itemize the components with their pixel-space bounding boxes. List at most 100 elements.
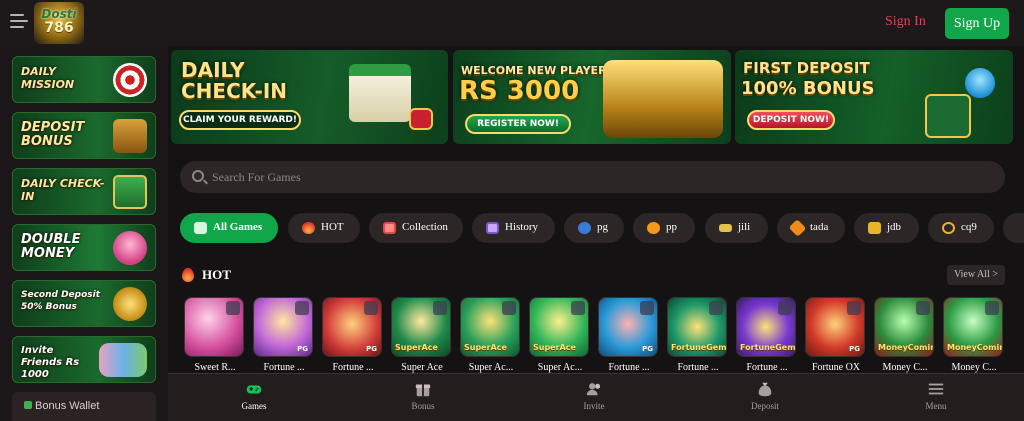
friends-icon <box>99 343 147 377</box>
nav-deposit[interactable]: Deposit <box>725 380 805 411</box>
game-thumbnail: MoneyComing <box>943 297 1003 357</box>
tab-history[interactable]: History <box>472 213 555 243</box>
game-name: Super Ac... <box>468 362 514 373</box>
deposit-now-button[interactable]: DEPOSIT NOW! <box>747 110 835 130</box>
game-card[interactable]: SuperAce Super Ace <box>391 297 453 373</box>
hamburger-icon <box>928 383 944 395</box>
provider-badge-icon <box>709 301 723 315</box>
sidebar-item-invite-friends[interactable]: Invite Friends Rs 1000 <box>12 336 156 383</box>
tab-cq9[interactable]: cq9 <box>928 213 994 243</box>
tab-label: Collection <box>402 221 448 233</box>
sidebar-item-daily-check-in[interactable]: Daily Check-in <box>12 168 156 215</box>
game-thumbnail: SuperAce <box>460 297 520 357</box>
sidebar-toggle-icon[interactable] <box>10 14 28 30</box>
bottom-navigation: Games Bonus Invite Deposit Menu <box>168 373 1024 421</box>
gamepad-icon <box>246 385 262 394</box>
cq9-logo-icon <box>942 222 955 234</box>
view-all-button[interactable]: View All > <box>947 265 1005 285</box>
pg-logo-icon: PG <box>366 345 377 353</box>
history-icon <box>486 222 499 234</box>
provider-badge-icon <box>640 301 654 315</box>
game-card[interactable]: PG Fortune ... <box>253 297 315 373</box>
pg-logo-icon <box>578 222 591 234</box>
search-icon <box>192 170 204 182</box>
tab-tada[interactable]: tada <box>777 213 845 243</box>
nav-games[interactable]: Games <box>214 380 294 411</box>
sign-up-button[interactable]: Sign Up <box>945 8 1009 39</box>
tada-logo-icon <box>788 219 807 237</box>
mascot-icon <box>965 68 995 98</box>
game-card[interactable]: FortuneGems Fortune ... <box>667 297 729 373</box>
sidebar-item-label: Daily Mission <box>21 65 75 91</box>
game-thumbnail: PG <box>598 297 658 357</box>
nav-menu[interactable]: Menu <box>896 380 976 411</box>
tab-more[interactable] <box>1003 213 1024 243</box>
banner-welcome-bonus[interactable]: WELCOME NEW PLAYERS Rs 3000 REGISTER NOW… <box>453 50 731 144</box>
banner-title: 100% BONUS <box>741 78 875 99</box>
bonus-wallet[interactable]: Bonus Wallet <box>12 392 156 421</box>
calendar-icon <box>113 175 147 209</box>
top-bar: Dosti 786 Sign In Sign Up <box>0 0 1024 46</box>
game-art-title: MoneyComing <box>947 343 1002 352</box>
game-art-title: SuperAce <box>395 343 438 352</box>
calendar-icon <box>349 64 411 122</box>
tab-label: pp <box>666 221 677 233</box>
game-thumbnail: PG <box>322 297 382 357</box>
tab-jili[interactable]: jili <box>705 213 768 243</box>
tab-collection[interactable]: Collection <box>369 213 463 243</box>
site-logo[interactable]: Dosti 786 <box>34 2 84 44</box>
search-input[interactable] <box>212 168 972 186</box>
game-art-title: FortuneGems <box>740 343 796 352</box>
bonus-wallet-label: Bonus Wallet <box>35 400 100 412</box>
tab-pp[interactable]: pp <box>633 213 695 243</box>
tab-all-games[interactable]: All Games <box>180 213 278 243</box>
collection-icon <box>383 222 396 234</box>
banner-daily-check-in[interactable]: DAILY CHECK-IN CLAIM YOUR REWARD! <box>171 50 448 144</box>
sidebar-item-label: Invite Friends Rs 1000 <box>21 345 80 380</box>
sign-in-link[interactable]: Sign In <box>885 14 926 30</box>
jili-logo-icon <box>719 224 732 232</box>
provider-badge-icon <box>226 301 240 315</box>
tab-pg[interactable]: pg <box>564 213 624 243</box>
sidebar-item-deposit-bonus[interactable]: Deposit Bonus <box>12 112 156 159</box>
game-category-tabs: All Games HOT Collection History pg pp j… <box>180 213 1024 243</box>
game-card[interactable]: PG Fortune OX <box>805 297 867 373</box>
game-card[interactable]: MoneyComing Money C... <box>874 297 936 373</box>
tab-jdb[interactable]: jdb <box>854 213 919 243</box>
banner-subtitle: FIRST DEPOSIT <box>743 59 870 77</box>
sidebar-item-daily-mission[interactable]: Daily Mission <box>12 56 156 103</box>
game-card[interactable]: SuperAce Super Ac... <box>529 297 591 373</box>
game-card[interactable]: FortuneGems Fortune ... <box>736 297 798 373</box>
provider-badge-icon <box>364 301 378 315</box>
pp-logo-icon <box>647 222 660 234</box>
nav-label: Bonus <box>411 401 435 411</box>
game-card[interactable]: SuperAce Super Ac... <box>460 297 522 373</box>
game-card[interactable]: Sweet R... <box>184 297 246 373</box>
register-now-button[interactable]: REGISTER NOW! <box>465 114 571 134</box>
game-name: Fortune ... <box>332 362 374 373</box>
mascot-icon <box>113 231 147 265</box>
game-card[interactable]: MoneyComing Money C... <box>943 297 1005 373</box>
provider-badge-icon <box>571 301 585 315</box>
game-thumbnail: MoneyComing <box>874 297 934 357</box>
game-card[interactable]: PG Fortune ... <box>598 297 660 373</box>
game-art-title: SuperAce <box>533 343 576 352</box>
game-name: Fortune ... <box>746 362 788 373</box>
treasure-chest-icon <box>113 119 147 153</box>
tab-hot[interactable]: HOT <box>288 213 360 243</box>
hot-games-row: Sweet R... PG Fortune ... PG Fortune ...… <box>184 297 1024 377</box>
sidebar-item-double-money[interactable]: Double Money <box>12 224 156 271</box>
banner-first-deposit[interactable]: FIRST DEPOSIT 100% BONUS DEPOSIT NOW! <box>735 50 1013 144</box>
game-search[interactable] <box>180 161 1005 193</box>
sidebar-item-label: Double Money <box>21 232 81 261</box>
target-icon <box>113 63 147 97</box>
tab-label: jili <box>738 221 751 233</box>
game-card[interactable]: PG Fortune ... <box>322 297 384 373</box>
sidebar-item-second-deposit[interactable]: Second Deposit 50% Bonus <box>12 280 156 327</box>
game-art-title: FortuneGems <box>671 343 727 352</box>
nav-bonus[interactable]: Bonus <box>383 380 463 411</box>
claim-reward-button[interactable]: CLAIM YOUR REWARD! <box>179 110 301 130</box>
nav-invite[interactable]: Invite <box>554 380 634 411</box>
nav-label: Games <box>241 401 267 411</box>
gift-icon <box>415 384 431 397</box>
